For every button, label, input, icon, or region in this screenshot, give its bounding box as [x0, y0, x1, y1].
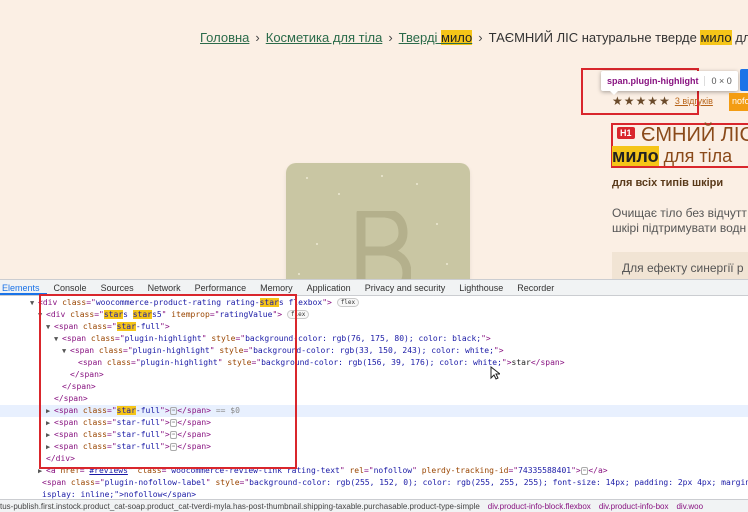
breadcrumb: Головна › Косметика для тіла › Тверді мило › Т…: [200, 30, 748, 45]
synergy-effect-box: Для ефекту синергії р: [612, 252, 748, 279]
star-icon: ★: [623, 94, 635, 108]
product-rating: ★ ★ ★ ★ ★ 3 відгуків: [612, 95, 713, 107]
breadcrumb-body-cosmetics[interactable]: Косметика для тіла: [266, 30, 383, 45]
tab-elements[interactable]: Elements: [0, 280, 47, 295]
tooltip-selector: span.plugin-highlight: [607, 76, 699, 86]
mouse-cursor-icon: [490, 366, 500, 380]
star-icon: ★: [612, 94, 623, 108]
soap-speck: [316, 243, 318, 245]
tab-recorder[interactable]: Recorder: [510, 280, 561, 295]
breadcrumb-separator: ›: [478, 30, 483, 45]
reviews-link[interactable]: 3 відгуків: [675, 96, 713, 106]
description-line: шкірі підтримувати водн: [612, 221, 747, 235]
search-highlight: мило: [700, 30, 732, 45]
product-title-line1: ЄМНИЙ ЛІС: [641, 124, 748, 146]
screen: Головна › Косметика для тіла › Тверді мило › Т…: [0, 0, 748, 512]
product-image[interactable]: [286, 163, 470, 279]
h1-badge: H1: [617, 127, 635, 139]
product-title-line2: мило для тіла: [612, 146, 732, 167]
breadcrumb-current: ТАЄМНИЙ ЛІС натуральне тверде мило для т…: [489, 30, 748, 45]
tab-sources[interactable]: Sources: [94, 280, 141, 295]
soap-speck: [381, 175, 383, 177]
star-icon: ★: [635, 94, 647, 108]
breadcrumb-separator: ›: [255, 30, 260, 45]
status-crumb[interactable]: div.woo: [676, 502, 703, 511]
search-highlight: мило: [612, 146, 659, 166]
soap-brand-logo: [356, 211, 411, 279]
product-page: Головна › Косметика для тіла › Тверді мило › Т…: [0, 0, 748, 279]
tab-memory[interactable]: Memory: [253, 280, 300, 295]
flex-badge[interactable]: flex: [336, 298, 360, 307]
dom-node[interactable]: <span class="plugin-nofollow-label" styl…: [0, 477, 748, 489]
status-path[interactable]: tus-publish.first.instock.product_cat-so…: [0, 502, 480, 511]
expand-arrow-icon[interactable]: ▼: [30, 297, 38, 309]
breadcrumb-home[interactable]: Головна: [200, 30, 249, 45]
tab-performance[interactable]: Performance: [188, 280, 254, 295]
tab-application[interactable]: Application: [300, 280, 358, 295]
tab-lighthouse[interactable]: Lighthouse: [452, 280, 510, 295]
devtools-panel: Elements Console Sources Network Perform…: [0, 279, 748, 512]
tab-network[interactable]: Network: [141, 280, 188, 295]
soap-speck: [436, 223, 438, 225]
inspect-tooltip: span.plugin-highlight 0 × 0: [601, 71, 738, 91]
soap-speck: [298, 273, 300, 275]
product-description: Очищає тіло без відчутт шкірі підтримува…: [612, 206, 748, 236]
status-crumb[interactable]: div.product-info-block.flexbox: [488, 502, 591, 511]
soap-speck: [338, 193, 340, 195]
breadcrumb-solid-soap[interactable]: Тверді мило: [399, 30, 473, 45]
breadcrumb-current-text: ТАЄМНИЙ ЛІС натуральне тверде: [488, 30, 701, 45]
tab-console[interactable]: Console: [47, 280, 94, 295]
product-title-rest: для тіла: [658, 146, 733, 166]
breadcrumb-current-suffix: для ті: [735, 30, 748, 45]
soap-speck: [416, 183, 418, 185]
star-icon: ★: [659, 94, 670, 108]
breadcrumb-separator: ›: [388, 30, 393, 45]
breadcrumb-solid-soap-text: Тверді: [398, 30, 442, 45]
tooltip-size: 0 × 0: [704, 76, 737, 86]
tab-privacy-security[interactable]: Privacy and security: [358, 280, 453, 295]
description-line: Очищає тіло без відчутт: [612, 206, 747, 220]
blue-button[interactable]: [740, 69, 748, 91]
nofollow-badge: nofo: [729, 93, 748, 111]
star-icon: ★: [647, 94, 659, 108]
soap-speck: [446, 263, 448, 265]
devtools-breadcrumb-bar: tus-publish.first.instock.product_cat-so…: [0, 499, 748, 512]
dom-annotation-box: [39, 294, 297, 469]
product-subtitle: для всіх типів шкіри: [612, 177, 724, 189]
soap-speck: [306, 177, 308, 179]
search-highlight: мило: [441, 30, 473, 45]
status-crumb[interactable]: div.product-info-box: [599, 502, 669, 511]
